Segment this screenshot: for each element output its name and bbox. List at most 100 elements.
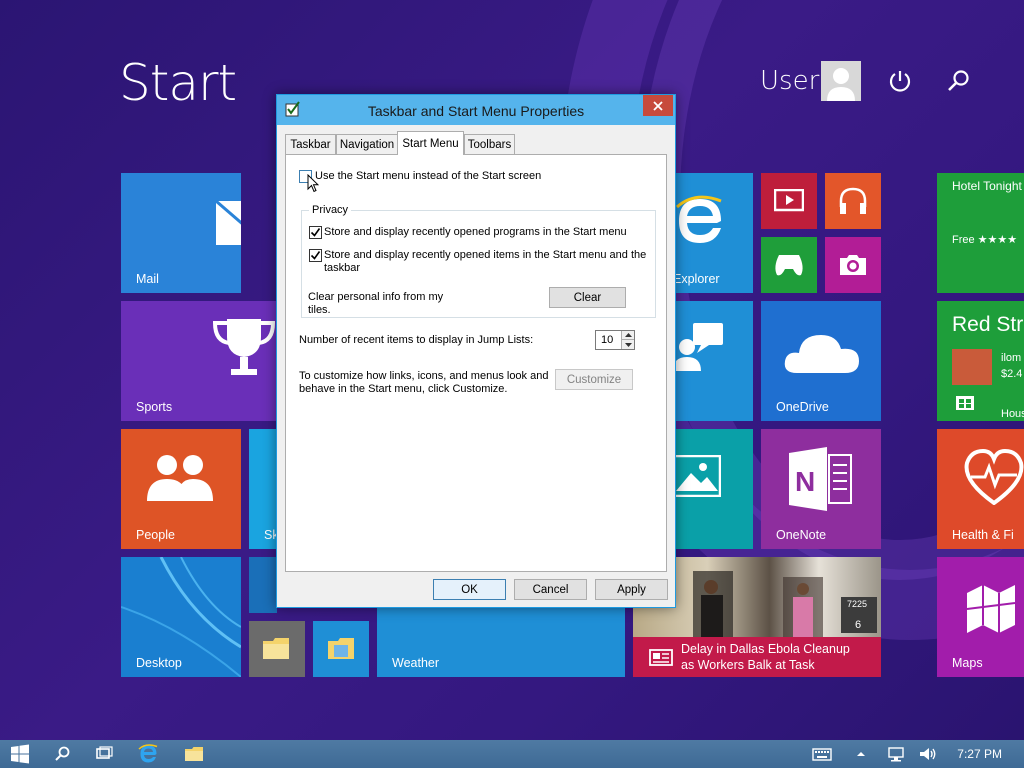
customize-description: To customize how links, icons, and menus… <box>299 370 549 382</box>
tile-mail[interactable]: Mail <box>121 173 241 293</box>
tile-camera[interactable] <box>825 237 881 293</box>
taskbar-search-button[interactable] <box>52 744 72 764</box>
store-title: Red Stri <box>952 313 1024 336</box>
taskbar-internet-explorer[interactable] <box>138 744 158 764</box>
tile-photos-small[interactable] <box>313 621 369 677</box>
power-icon[interactable] <box>887 68 913 94</box>
customize-description-line2: behave in the Start menu, click Customiz… <box>299 383 508 395</box>
task-view-icon <box>96 746 113 759</box>
jump-list-label: Number of recent items to display in Jum… <box>299 334 534 346</box>
map-icon <box>966 585 1016 633</box>
spinner-up-button[interactable] <box>622 331 634 340</box>
tile-onenote[interactable]: N OneNote <box>761 429 881 549</box>
store-icon <box>956 396 974 410</box>
spinner-down-button[interactable] <box>622 340 634 349</box>
dialog-body: Taskbar Navigation Start Menu Toolbars U… <box>277 125 675 607</box>
taskbar-clock[interactable]: 7:27 PM <box>957 747 1002 761</box>
tab-taskbar[interactable]: Taskbar <box>285 134 336 154</box>
store-items-checkbox[interactable] <box>309 249 322 262</box>
network-button[interactable] <box>886 744 906 764</box>
internet-explorer-icon <box>138 744 158 763</box>
clear-info-label: Clear personal info from my <box>308 291 444 303</box>
chevron-up-icon <box>857 752 865 756</box>
arrow-up-icon <box>624 333 632 337</box>
user-avatar-icon <box>821 61 861 101</box>
trophy-icon <box>212 319 276 375</box>
store-item-name: ilom <box>1001 352 1022 364</box>
tile-store[interactable]: Red Stri ilom $2.4 Hous <box>937 301 1024 421</box>
hotel-title: Hotel Tonight <box>952 179 1022 193</box>
close-icon <box>653 100 663 111</box>
jump-list-count-spinner[interactable]: 10 <box>595 330 635 350</box>
hotel-rating: Free ★★★★ <box>952 234 1018 246</box>
news-sign-number-2: 6 <box>855 619 862 631</box>
clear-button[interactable]: Clear <box>549 287 626 308</box>
taskbar-file-explorer[interactable] <box>184 744 204 764</box>
tile-people[interactable]: People <box>121 429 241 549</box>
tile-video[interactable] <box>761 173 817 229</box>
show-hidden-icons-button[interactable] <box>851 744 871 764</box>
network-icon <box>888 747 904 762</box>
tile-desktop[interactable]: Desktop <box>121 557 241 677</box>
use-start-menu-label[interactable]: Use the Start menu instead of the Start … <box>315 170 541 183</box>
news-icon <box>649 649 673 666</box>
privacy-label: Privacy <box>309 204 352 216</box>
video-icon <box>774 189 804 212</box>
tile-onedrive[interactable]: OneDrive <box>761 301 881 421</box>
internet-explorer-icon <box>676 195 722 243</box>
camera-icon <box>840 255 866 275</box>
cancel-button[interactable]: Cancel <box>514 579 587 600</box>
svg-text:N: N <box>795 466 815 497</box>
arrow-down-icon <box>624 342 632 347</box>
taskbar: 7:27 PM <box>0 740 1024 768</box>
news-headline: Delay in Dallas Ebola Cleanup as Workers… <box>681 642 850 672</box>
mail-icon <box>216 201 241 245</box>
tile-label: Sports <box>136 400 173 414</box>
tile-app-small[interactable] <box>249 557 277 613</box>
tile-sports[interactable]: Sports <box>121 301 277 421</box>
tile-health-fitness[interactable]: Health & Fi <box>937 429 1024 549</box>
jump-list-count-value[interactable]: 10 <box>601 334 613 346</box>
tile-sk[interactable]: Sk <box>249 429 277 549</box>
tile-games[interactable] <box>761 237 817 293</box>
spinner-buttons <box>621 331 634 349</box>
store-items-label-line2[interactable]: taskbar <box>324 262 360 275</box>
user-name[interactable]: User <box>760 66 819 96</box>
keyboard-icon <box>812 748 832 761</box>
clear-info-label-line2: tiles. <box>308 304 331 316</box>
task-view-button[interactable] <box>94 744 114 764</box>
store-item-price: $2.4 <box>1001 368 1023 380</box>
dialog-titlebar[interactable]: Taskbar and Start Menu Properties <box>277 95 675 125</box>
volume-button[interactable] <box>918 744 938 764</box>
folder-icon <box>263 638 289 659</box>
tile-hotel-tonight[interactable]: Hotel Tonight Free ★★★★ <box>937 173 1024 293</box>
close-button[interactable] <box>643 95 673 116</box>
store-programs-label[interactable]: Store and display recently opened progra… <box>324 226 627 239</box>
dialog-title: Taskbar and Start Menu Properties <box>367 103 585 119</box>
search-icon[interactable] <box>946 68 972 94</box>
ok-button[interactable]: OK <box>433 579 506 600</box>
store-items-label[interactable]: Store and display recently opened items … <box>324 249 646 262</box>
start-button[interactable] <box>10 744 30 764</box>
avatar[interactable] <box>821 61 861 101</box>
windows-logo-icon <box>11 744 29 764</box>
folder-picture-icon <box>328 638 354 659</box>
tile-label: OneDrive <box>776 400 829 414</box>
tab-navigation[interactable]: Navigation <box>336 134 398 154</box>
tab-start-menu[interactable]: Start Menu <box>397 131 464 155</box>
tile-label: OneNote <box>776 528 827 542</box>
tab-toolbars[interactable]: Toolbars <box>464 134 515 154</box>
heart-pulse-icon <box>964 449 1024 505</box>
game-controller-icon <box>775 255 803 276</box>
store-item-name-2: Hous <box>1001 408 1024 420</box>
tile-file-explorer[interactable] <box>249 621 305 677</box>
tile-maps[interactable]: Maps <box>937 557 1024 677</box>
store-programs-checkbox[interactable] <box>309 226 322 239</box>
touch-keyboard-button[interactable] <box>812 744 832 764</box>
apply-button[interactable]: Apply <box>595 579 668 600</box>
tile-music[interactable] <box>825 173 881 229</box>
tile-label: Weather <box>392 656 440 670</box>
privacy-group: Privacy Store and display recently opene… <box>301 204 656 318</box>
customize-button[interactable]: Customize <box>555 369 633 390</box>
tile-label: Mail <box>136 272 159 286</box>
